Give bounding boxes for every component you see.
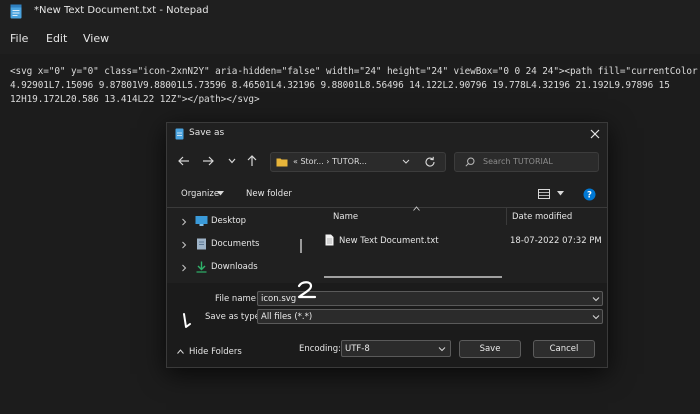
editor-line-2: 4.92901L7.15096 9.87801V9.88001L5.73596 … <box>10 80 670 91</box>
encoding-label: Encoding: <box>299 344 342 354</box>
sidebar-scrollbar[interactable] <box>300 239 302 253</box>
save-as-dialog: Save as « Stor... › TUTOR... Search TUTO… <box>166 122 608 368</box>
organize-button[interactable]: Organize <box>181 189 219 199</box>
list-item[interactable]: New Text Document.txt 18-07-2022 07:32 P… <box>310 231 607 251</box>
documents-icon <box>197 238 206 250</box>
chevron-down-icon[interactable] <box>592 314 600 320</box>
desktop-icon <box>195 216 208 226</box>
column-divider[interactable] <box>506 207 507 225</box>
menu-view[interactable]: View <box>83 32 109 45</box>
editor-line-1: <svg x="0" y="0" class="icon-2xnN2Y" ari… <box>10 66 698 77</box>
forward-arrow-icon[interactable] <box>201 154 215 168</box>
encoding-select[interactable]: UTF-8 <box>341 340 451 357</box>
window-title: *New Text Document.txt - Notepad <box>34 5 209 16</box>
recent-locations-chevron-icon[interactable] <box>225 154 239 168</box>
hide-folders-label: Hide Folders <box>189 347 242 357</box>
sidebar-item-documents[interactable]: Documents <box>167 234 307 256</box>
sidebar-item-label: Desktop <box>211 216 247 226</box>
search-input[interactable]: Search TUTORIAL <box>454 152 599 172</box>
sort-caret-icon <box>413 206 420 211</box>
chevron-down-icon[interactable] <box>401 158 411 166</box>
save-as-type-label: Save as type: <box>205 312 263 322</box>
breadcrumb-separator: › <box>326 157 330 166</box>
horizontal-scrollbar[interactable] <box>324 276 502 278</box>
column-header-date-modified[interactable]: Date modified <box>512 212 572 222</box>
caret-down-icon <box>217 191 224 196</box>
up-arrow-icon[interactable] <box>245 154 259 168</box>
chevron-down-icon[interactable] <box>438 346 446 352</box>
save-as-type-value: All files (*.*) <box>261 312 313 322</box>
editor-line-3: 12H19.172L20.586 13.414L22 12Z"></path><… <box>10 94 260 105</box>
chevron-down-icon[interactable] <box>592 296 600 302</box>
address-breadcrumb[interactable]: « Stor... › TUTOR... <box>293 157 367 166</box>
command-bar: Organize New folder ? <box>167 181 607 207</box>
cancel-button[interactable]: Cancel <box>533 340 595 358</box>
search-placeholder: Search TUTORIAL <box>483 157 553 166</box>
save-options-panel: File name: icon.svg Save as type: All fi… <box>167 283 607 367</box>
view-options-icon[interactable] <box>538 189 550 199</box>
menu-edit[interactable]: Edit <box>46 32 67 45</box>
new-folder-button[interactable]: New folder <box>246 189 292 199</box>
annotation-cursor-mark <box>183 313 191 328</box>
back-arrow-icon[interactable] <box>177 154 191 168</box>
hide-folders-toggle[interactable]: Hide Folders <box>177 346 247 360</box>
menu-file[interactable]: File <box>10 32 28 45</box>
chevron-right-icon[interactable] <box>181 218 187 226</box>
sidebar-item-downloads[interactable]: Downloads <box>167 257 307 279</box>
sidebar-item-desktop[interactable]: Desktop <box>167 211 307 233</box>
chevron-up-icon <box>177 349 184 354</box>
refresh-icon[interactable] <box>423 155 437 169</box>
notepad-app-icon <box>175 128 184 140</box>
address-bar[interactable]: « Stor... › TUTOR... <box>270 152 446 172</box>
dialog-title-bar: Save as <box>167 123 607 145</box>
breadcrumb-tutorial[interactable]: TUTOR... <box>332 157 367 166</box>
help-icon[interactable]: ? <box>583 188 596 201</box>
chevron-right-icon[interactable] <box>181 264 187 272</box>
notepad-title-bar: *New Text Document.txt - Notepad <box>0 0 700 24</box>
file-name: New Text Document.txt <box>339 236 439 246</box>
folder-icon <box>276 158 288 167</box>
file-name-value: icon.svg <box>261 294 297 304</box>
search-icon <box>465 157 475 167</box>
column-header-name[interactable]: Name <box>333 212 358 222</box>
notepad-menu-bar: File Edit View <box>0 24 700 54</box>
navigation-bar: « Stor... › TUTOR... Search TUTORIAL <box>167 145 607 179</box>
breadcrumb-storage[interactable]: Stor... <box>300 157 323 166</box>
file-date-modified: 18-07-2022 07:32 PM <box>510 236 602 246</box>
chevron-right-icon[interactable] <box>181 241 187 249</box>
downloads-icon <box>196 261 207 273</box>
text-file-icon <box>325 234 334 246</box>
save-button[interactable]: Save <box>459 340 521 358</box>
file-list: Name Date modified New Text Document.txt… <box>310 206 607 283</box>
notepad-app-icon <box>10 4 22 19</box>
sidebar-item-label: Downloads <box>211 262 258 272</box>
encoding-value: UTF-8 <box>345 344 370 354</box>
annotation-number-2 <box>297 281 317 299</box>
file-name-label: File name: <box>215 294 259 304</box>
sidebar-item-label: Documents <box>211 239 260 249</box>
caret-down-icon[interactable] <box>557 191 564 196</box>
dialog-title: Save as <box>189 128 225 138</box>
save-as-type-select[interactable]: All files (*.*) <box>257 309 603 324</box>
navigation-pane: Desktop Documents Downloads <box>167 207 307 283</box>
close-icon[interactable] <box>587 126 603 142</box>
svg-text:?: ? <box>587 191 592 201</box>
breadcrumb-overflow[interactable]: « <box>293 157 298 166</box>
